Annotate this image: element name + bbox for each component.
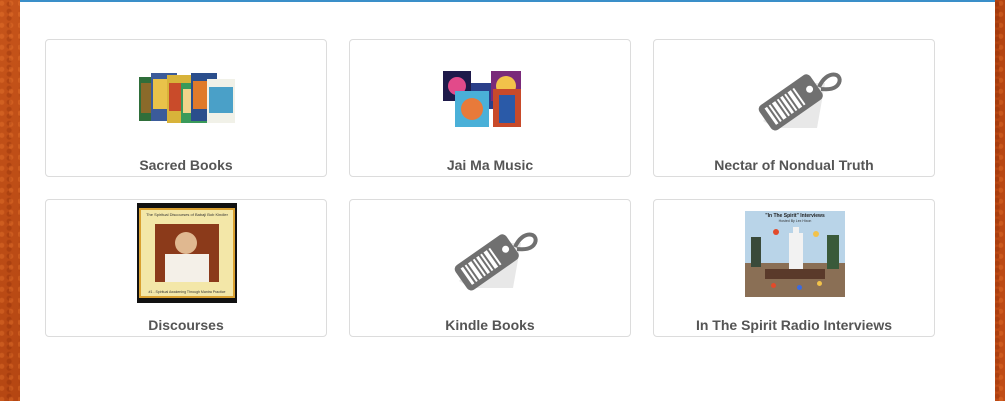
category-label: Discourses <box>148 317 224 333</box>
category-label: In The Spirit Radio Interviews <box>695 317 893 333</box>
category-tile-jai-ma-music[interactable]: Jai Ma Music <box>349 39 631 177</box>
category-label: Jai Ma Music <box>446 157 534 173</box>
radio-interviews-cover: "In The Spirit" Interviews Hosted By Lex… <box>745 211 845 297</box>
category-label: Sacred Books <box>139 157 233 173</box>
portrait-image <box>155 224 219 282</box>
category-tile-sacred-books[interactable]: Sacred Books <box>45 39 327 177</box>
price-tag-icon <box>454 232 538 291</box>
category-tile-kindle-books[interactable]: Kindle Books <box>349 199 631 337</box>
cover-subtitle: Hosted By Lex Hixon <box>778 219 812 223</box>
cover-title: "In The Spirit" Interviews <box>765 213 825 219</box>
music-albums-thumbnail <box>443 71 521 127</box>
category-tile-in-the-spirit-radio-interviews[interactable]: "In The Spirit" Interviews Hosted By Lex… <box>653 199 935 337</box>
discourse-book-cover: The Spiritual Discourses of Babaji Bob K… <box>137 203 237 303</box>
cover-title: The Spiritual Discourses of Babaji Bob K… <box>146 212 228 217</box>
cover-subtitle: #1 - Spiritual Awakening Through Mantra … <box>148 290 226 294</box>
book-collection-thumbnail <box>139 73 235 123</box>
price-tag-icon <box>758 72 842 131</box>
category-label: Kindle Books <box>445 317 535 333</box>
category-tile-discourses[interactable]: The Spiritual Discourses of Babaji Bob K… <box>45 199 327 337</box>
main-content: Sacred Books Jai Ma Music Nectar of Nond… <box>20 0 995 401</box>
category-tile-nectar-of-nondual-truth[interactable]: Nectar of Nondual Truth <box>653 39 935 177</box>
category-label: Nectar of Nondual Truth <box>714 157 874 173</box>
